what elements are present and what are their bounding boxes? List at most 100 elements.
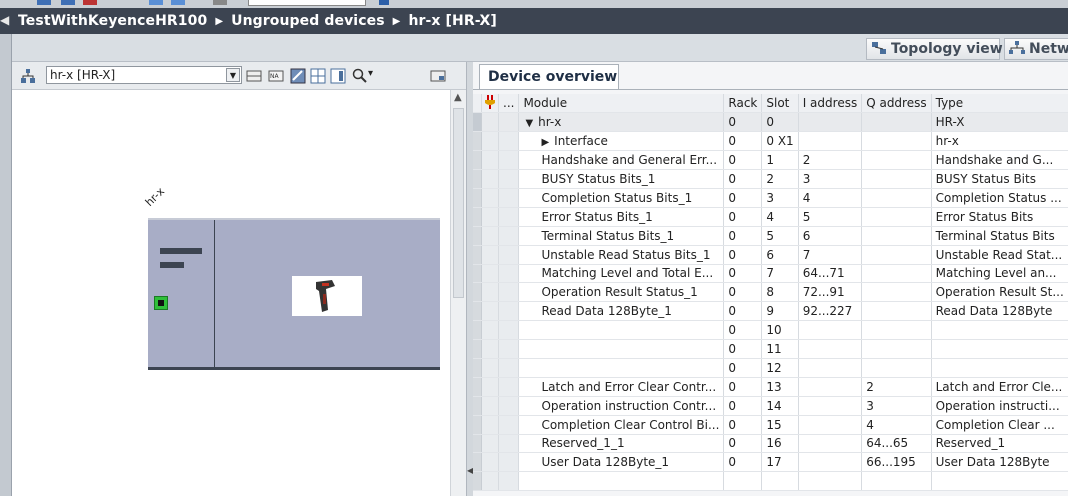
scroll-up-icon[interactable]: ▲ — [454, 92, 462, 103]
table-row[interactable]: Error Status Bits_1 0 4 5 Error Status Bits — [473, 207, 1068, 227]
cell-module[interactable]: Latch and Error Clear Contr... — [518, 377, 725, 397]
cell-rack: 0 — [723, 112, 763, 133]
cell-module[interactable]: Completion Status Bits_1 — [518, 188, 725, 208]
panel-toggle-icon[interactable] — [430, 68, 446, 84]
ethernet-port-icon[interactable] — [154, 296, 168, 310]
cell-slot: 9 — [761, 301, 799, 322]
column-header-more[interactable]: ... — [498, 94, 520, 114]
collapse-left-icon[interactable]: ◀ — [0, 13, 9, 27]
grid-icon[interactable] — [246, 68, 262, 84]
cell-module[interactable]: Read Data 128Byte_1 — [518, 301, 725, 322]
device-tree-icon[interactable] — [20, 68, 36, 84]
table-row[interactable]: Read Data 128Byte_1 0 9 92...227 Read Data 1… — [473, 301, 1068, 322]
cell-module[interactable]: Reserved_1_1 — [518, 434, 725, 454]
table-row[interactable]: Completion Clear Control Bi... 0 15 4 Comple… — [473, 415, 1068, 435]
cell-module[interactable]: Operation instruction Contr... — [518, 396, 725, 416]
cell-i-address — [798, 377, 863, 397]
table-row[interactable] — [473, 471, 1068, 492]
device-rack[interactable] — [148, 218, 440, 370]
cell-module[interactable] — [518, 358, 725, 378]
toolbar-icon[interactable] — [376, 0, 392, 6]
row-status-cell — [481, 434, 499, 454]
table-row[interactable]: Completion Status Bits_1 0 3 4 Completion St… — [473, 188, 1068, 208]
toolbar-icon[interactable] — [212, 0, 228, 6]
row-status-cell — [481, 415, 499, 435]
zoom-dropdown-icon[interactable]: ▾ — [368, 68, 373, 79]
search-field[interactable] — [248, 0, 366, 6]
table-row[interactable]: Terminal Status Bits_1 0 5 6 Terminal Status… — [473, 226, 1068, 246]
column-header-q-address[interactable]: Q address — [861, 94, 932, 114]
column-header-rack[interactable]: Rack — [723, 94, 763, 114]
table-row[interactable]: User Data 128Byte_1 0 17 66...195 User Data … — [473, 452, 1068, 473]
overview-icon[interactable] — [330, 68, 346, 84]
cell-module[interactable] — [518, 471, 725, 492]
cell-module[interactable]: ▼ hr-x — [518, 112, 725, 133]
column-header-module[interactable]: Module — [518, 94, 725, 114]
breadcrumb-device[interactable]: hr-x [HR-X] — [408, 13, 496, 29]
chevron-down-icon[interactable]: ▼ — [226, 68, 240, 82]
cell-module[interactable]: User Data 128Byte_1 — [518, 452, 725, 473]
cell-module[interactable]: Handshake and General Err... — [518, 150, 725, 171]
column-header-type[interactable]: Type — [931, 94, 1068, 114]
table-row[interactable]: Operation Result Status_1 0 8 72...91 Operat… — [473, 282, 1068, 303]
zoom-icon[interactable] — [352, 68, 368, 84]
toolbar-icon[interactable] — [60, 0, 76, 6]
device-select[interactable]: hr-x [HR-X] ▼ — [46, 66, 242, 84]
name-icon[interactable]: NA — [268, 68, 284, 84]
cell-module[interactable]: ▶ Interface — [518, 131, 725, 152]
row-gutter — [473, 452, 482, 473]
table-row[interactable]: 0 12 — [473, 358, 1068, 378]
cell-module[interactable] — [518, 320, 725, 341]
table-icon[interactable] — [310, 68, 326, 84]
cell-module[interactable]: Operation Result Status_1 — [518, 282, 725, 303]
table-row[interactable]: Reserved_1_1 0 16 64...65 Reserved_1 — [473, 434, 1068, 454]
cell-module[interactable]: Terminal Status Bits_1 — [518, 226, 725, 246]
toolbar-icon[interactable] — [170, 0, 186, 6]
cell-rack: 0 — [723, 301, 763, 322]
row-more-cell — [498, 452, 520, 473]
cell-module[interactable] — [518, 339, 725, 359]
breadcrumb-group[interactable]: Ungrouped devices — [231, 13, 385, 29]
table-row[interactable]: BUSY Status Bits_1 0 2 3 BUSY Status Bits — [473, 169, 1068, 189]
canvas-scrollbar[interactable]: ▲ — [450, 90, 466, 496]
cell-slot: 13 — [761, 377, 799, 397]
table-row[interactable]: 0 11 — [473, 339, 1068, 359]
network-view-button[interactable]: Netw — [1004, 38, 1068, 60]
pane-splitter[interactable]: ◀ — [466, 62, 473, 496]
breadcrumb-project[interactable]: TestWithKeyenceHR100 — [18, 13, 207, 29]
device-canvas[interactable]: hr-x — [12, 90, 450, 496]
cell-module[interactable]: Error Status Bits_1 — [518, 207, 725, 227]
table-row[interactable]: Handshake and General Err... 0 1 2 Handshake… — [473, 150, 1068, 171]
expand-down-icon[interactable]: ▼ — [525, 118, 533, 129]
cell-module[interactable]: BUSY Status Bits_1 — [518, 169, 725, 189]
table-row[interactable]: ▶ Interface 0 0 X1 hr-x — [473, 131, 1068, 152]
tab-device-overview[interactable]: Device overview — [479, 64, 619, 90]
table-row[interactable]: Unstable Read Status Bits_1 0 6 7 Unstable R… — [473, 245, 1068, 265]
edit-icon[interactable] — [290, 68, 306, 84]
toolbar-icon[interactable] — [82, 0, 98, 6]
table-row[interactable]: ▼hr-x00HR-XH — [473, 112, 1068, 133]
table-row[interactable]: Matching Level and Total E... 0 7 64...71 Ma… — [473, 264, 1068, 284]
column-header-slot[interactable]: Slot — [761, 94, 799, 114]
cell-module[interactable]: Completion Clear Control Bi... — [518, 415, 725, 435]
row-status-cell — [481, 320, 499, 341]
toolbar-icon[interactable] — [148, 0, 164, 6]
cell-module[interactable]: Unstable Read Status Bits_1 — [518, 245, 725, 265]
topology-view-button[interactable]: Topology view — [866, 38, 1003, 60]
cell-slot: 6 — [761, 245, 799, 265]
column-header-i-address[interactable]: I address — [798, 94, 863, 114]
toolbar-icon[interactable] — [36, 0, 52, 6]
scrollbar-thumb[interactable] — [453, 108, 464, 298]
cell-module[interactable]: Matching Level and Total E... — [518, 264, 725, 284]
cell-i-address: 5 — [798, 207, 863, 227]
column-header-status[interactable] — [481, 94, 499, 114]
row-more-cell — [498, 264, 520, 284]
cell-slot: 11 — [761, 339, 799, 359]
table-row[interactable]: 0 10 — [473, 320, 1068, 341]
cell-type — [931, 339, 1068, 359]
expand-right-icon[interactable]: ▶ — [541, 137, 549, 148]
table-row[interactable]: Operation instruction Contr... 0 14 3 Operat… — [473, 396, 1068, 416]
cell-type: Read Data 128Byte — [931, 301, 1068, 322]
table-row[interactable]: Latch and Error Clear Contr... 0 13 2 Latch … — [473, 377, 1068, 397]
cell-rack: 0 — [723, 150, 763, 171]
